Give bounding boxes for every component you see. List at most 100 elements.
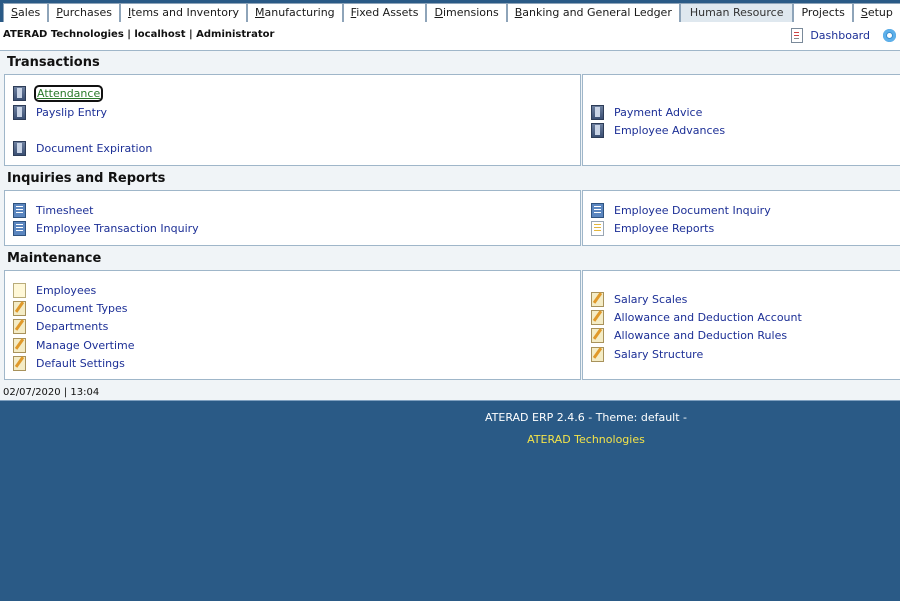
menu-item-label: Employee Advances [614, 123, 726, 137]
edit-icon [591, 309, 604, 325]
menu-item-label: Employee Reports [614, 221, 715, 235]
report-icon [13, 220, 26, 236]
tab-accesskey: S [11, 6, 18, 19]
menu-item-salary-structure[interactable]: Salary Structure [591, 346, 703, 362]
menu-item-label: Allowance and Deduction Account [614, 310, 802, 324]
menu-item-label: Employee Transaction Inquiry [36, 221, 199, 235]
menu-item-allowance-and-deduction-account[interactable]: Allowance and Deduction Account [591, 309, 802, 325]
main-content: ATERAD Technologies | localhost | Admini… [0, 22, 900, 400]
edit-icon [13, 337, 26, 353]
tab-label: etup [867, 6, 893, 19]
menu-item-label: Default Settings [36, 356, 125, 370]
tab-manufacturing[interactable]: Manufacturing [247, 3, 343, 22]
menu-item-label: Allowance and Deduction Rules [614, 328, 788, 342]
report-icon [13, 202, 26, 218]
dashboard-icon [791, 28, 804, 43]
menu-item-label: Employees [36, 283, 97, 297]
menu-item-employee-document-inquiry[interactable]: Employee Document Inquiry [591, 202, 771, 218]
tab-label: ixed Assets [356, 6, 419, 19]
report-sheet-icon [591, 220, 604, 236]
tab-label: imensions [442, 6, 499, 19]
edit-icon [591, 346, 604, 362]
section-title-maintenance: Maintenance [7, 251, 102, 266]
menu-item-allowance-and-deduction-rules[interactable]: Allowance and Deduction Rules [591, 327, 787, 343]
edit-icon [13, 300, 26, 316]
tab-setup[interactable]: Setup [852, 3, 900, 22]
tab-accesskey: D [434, 6, 443, 19]
menu-item-payment-advice[interactable]: Payment Advice [591, 104, 702, 120]
tab-label: tems and Inventory [131, 6, 239, 19]
tab-banking-and-general-ledger[interactable]: Banking and General Ledger [506, 3, 680, 22]
menu-item-label: Departments [36, 319, 109, 333]
tab-label: Projects [801, 6, 845, 19]
menu-item-label: Document Types [36, 301, 128, 315]
edit-icon [591, 327, 604, 343]
inquiries-right-panel: Employee Document Inquiry Employee Repor… [582, 190, 900, 246]
report-icon [591, 202, 604, 218]
tab-label: urchases [62, 6, 112, 19]
tab-dimensions[interactable]: Dimensions [426, 3, 507, 22]
transactions-right-panel: Payment Advice Employee Advances [582, 74, 900, 166]
book-icon [591, 104, 604, 120]
maintenance-left-panel: Employees Document Types Departments Man… [4, 270, 581, 380]
menu-item-label: Salary Structure [614, 347, 704, 361]
module-tab-bar: Sales Purchases Items and Inventory Manu… [0, 0, 900, 22]
book-icon [13, 104, 26, 120]
book-icon [591, 122, 604, 138]
tab-human-resource[interactable]: Human Resource [679, 3, 794, 22]
menu-item-employees[interactable]: Employees [13, 282, 96, 298]
tab-label: anking and General Ledger [522, 6, 672, 19]
book-icon [13, 140, 26, 156]
edit-icon [591, 291, 604, 307]
menu-item-label: Employee Document Inquiry [614, 203, 771, 217]
footer-company-link[interactable]: ATERAD Technologies [0, 433, 900, 446]
menu-item-document-types[interactable]: Document Types [13, 300, 127, 316]
tab-purchases[interactable]: Purchases [48, 3, 120, 22]
menu-item-document-expiration[interactable]: Document Expiration [13, 140, 152, 156]
inquiries-left-panel: Timesheet Employee Transaction Inquiry [4, 190, 581, 246]
tab-accesskey: S [860, 6, 868, 19]
menu-item-departments[interactable]: Departments [13, 318, 108, 334]
dashboard-link[interactable]: Dashboard [791, 28, 870, 43]
menu-item-default-settings[interactable]: Default Settings [13, 355, 125, 371]
tab-label: anufacturing [264, 6, 335, 19]
menu-item-label: Manage Overtime [36, 338, 135, 352]
menu-item-label: Payslip Entry [36, 105, 107, 119]
edit-icon [13, 318, 26, 334]
tab-projects[interactable]: Projects [793, 3, 853, 22]
section-title-transactions: Transactions [7, 55, 100, 70]
tab-label: ales [17, 6, 41, 19]
date-time-stamp: 02/07/2020 | 13:04 [3, 387, 100, 398]
tab-items-and-inventory[interactable]: Items and Inventory [119, 3, 247, 22]
menu-item-label: Salary Scales [614, 292, 688, 306]
header-bar: ATERAD Technologies | localhost | Admini… [0, 22, 900, 51]
footer: ATERAD ERP 2.4.6 - Theme: default - ATER… [0, 400, 900, 601]
tab-accesskey: M [255, 6, 265, 19]
maintenance-right-panel: Salary Scales Allowance and Deduction Ac… [582, 270, 900, 380]
tab-sales[interactable]: Sales [3, 3, 49, 22]
menu-item-timesheet[interactable]: Timesheet [13, 202, 93, 218]
section-title-inquiries-and-reports: Inquiries and Reports [7, 171, 166, 186]
tab-label: Human Resource [689, 6, 784, 19]
menu-item-label: Timesheet [36, 203, 94, 217]
menu-item-payslip-entry[interactable]: Payslip Entry [13, 104, 107, 120]
menu-item-employee-reports[interactable]: Employee Reports [591, 220, 714, 236]
menu-item-label: Attendance [33, 84, 104, 102]
note-icon [13, 282, 26, 298]
menu-item-employee-advances[interactable]: Employee Advances [591, 122, 725, 138]
footer-version: ATERAD ERP 2.4.6 - Theme: default - [484, 411, 688, 424]
transactions-left-panel: Attendance Payslip Entry Document Expira… [4, 74, 581, 166]
dashboard-label: Dashboard [810, 29, 870, 42]
menu-item-label: Document Expiration [36, 141, 153, 155]
menu-item-label: Payment Advice [614, 105, 703, 119]
gear-icon[interactable] [883, 29, 896, 42]
menu-item-manage-overtime[interactable]: Manage Overtime [13, 337, 135, 353]
company-user-info: ATERAD Technologies | localhost | Admini… [3, 29, 275, 40]
tab-fixed-assets[interactable]: Fixed Assets [342, 3, 427, 22]
menu-item-employee-transaction-inquiry[interactable]: Employee Transaction Inquiry [13, 220, 199, 236]
menu-item-attendance[interactable]: Attendance [13, 84, 104, 102]
book-icon [13, 85, 26, 101]
edit-icon [13, 355, 26, 371]
module-tabs: Sales Purchases Items and Inventory Manu… [3, 3, 900, 22]
menu-item-salary-scales[interactable]: Salary Scales [591, 291, 687, 307]
